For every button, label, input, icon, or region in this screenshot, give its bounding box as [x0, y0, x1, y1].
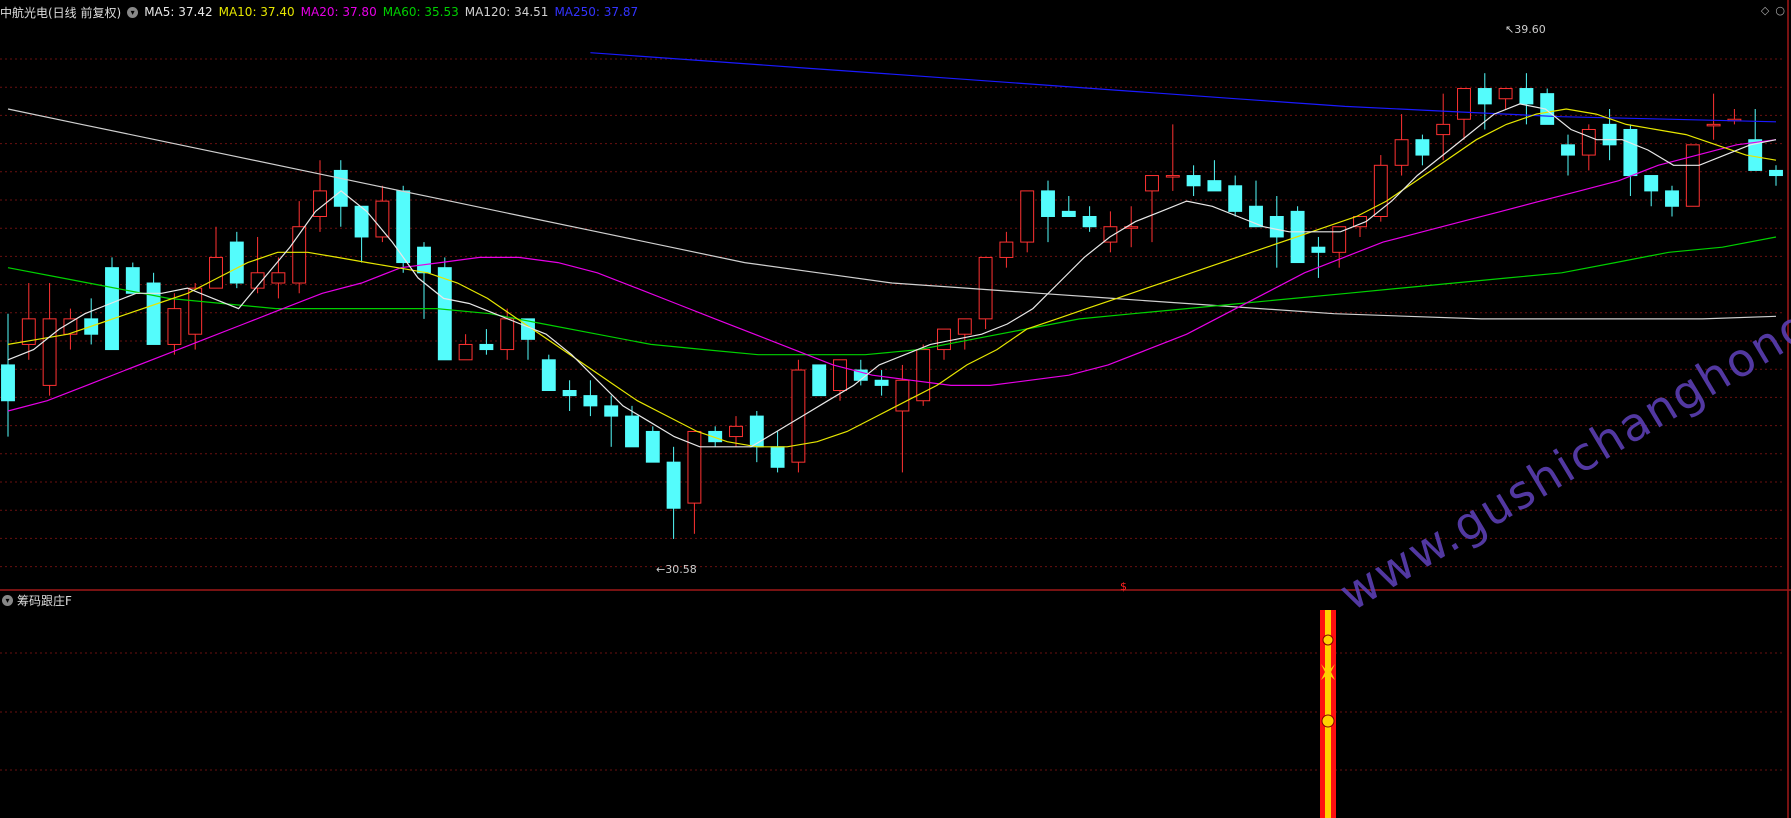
circle-icon[interactable]: ○: [1775, 4, 1785, 17]
candle-body: [146, 282, 161, 345]
ma120-label: MA120: 34.51: [464, 5, 549, 19]
candle-body: [375, 200, 390, 238]
candle-body: [1602, 123, 1617, 146]
candle-body: [1477, 88, 1492, 105]
candle-body: [105, 267, 119, 351]
candle-body: [937, 328, 951, 351]
ma5-label: MA5: 37.42: [144, 5, 213, 19]
candle-body: [42, 318, 57, 386]
candle-body: [729, 425, 743, 438]
candle-body: [437, 267, 452, 361]
candle-body: [1706, 123, 1721, 127]
candle-body: [271, 272, 286, 284]
candle-body: [1, 364, 15, 402]
indicator-signal-icon: [1321, 714, 1335, 728]
candle-body: [645, 430, 660, 463]
candle-body: [479, 343, 494, 351]
ma120-line: [7, 108, 1777, 320]
candle-body: [1394, 139, 1409, 166]
candle-body: [1269, 215, 1284, 238]
candle-body: [1769, 169, 1783, 177]
candle-body: [895, 379, 910, 412]
stock-title: 中航光电(日线 前复权): [0, 5, 122, 20]
candle-body: [1561, 144, 1575, 156]
candle-body: [1581, 128, 1596, 156]
candle-body: [583, 395, 598, 407]
candle-body: [1020, 190, 1035, 243]
candle-body: [209, 256, 223, 289]
candle-body: [999, 241, 1014, 258]
candle-body: [1457, 88, 1471, 120]
candle-body: [1415, 139, 1430, 156]
candle-body: [500, 318, 515, 351]
candle-body: [458, 343, 473, 361]
ma10-label: MA10: 37.40: [218, 5, 295, 19]
candle-body: [770, 446, 785, 468]
candle-body: [1145, 175, 1159, 192]
ma250-label: MA250: 37.87: [554, 5, 639, 19]
candle-body: [1061, 210, 1076, 217]
candle-body: [666, 461, 681, 509]
ma60-label: MA60: 35.53: [382, 5, 459, 19]
candle-body: [687, 430, 702, 504]
candle-body: [957, 318, 972, 335]
candle-body: [541, 359, 556, 392]
candle-body: [1644, 175, 1659, 192]
ma20-label: MA20: 37.80: [300, 5, 377, 19]
candle-body: [333, 169, 348, 207]
candle-body: [1436, 123, 1451, 136]
candle-body: [1498, 88, 1513, 100]
ma60-line: [7, 236, 1777, 356]
ma250-line: [590, 52, 1777, 123]
chart-header: 中航光电(日线 前复权) ▾ MA5: 37.42 MA10: 37.40 MA…: [0, 2, 644, 22]
candle-body: [417, 246, 431, 274]
candle-body: [167, 308, 182, 345]
candle-body: [625, 415, 639, 448]
chevron-down-icon[interactable]: ▾: [2, 595, 13, 606]
candle-body: [1207, 180, 1222, 192]
candle-body: [1665, 190, 1679, 207]
candle-body: [1186, 175, 1201, 187]
candle-body: [1228, 185, 1243, 212]
indicator-name: 筹码跟庄F: [17, 594, 72, 608]
candle-body: [229, 241, 244, 284]
candle-body: [874, 379, 889, 386]
candle-body: [1519, 88, 1534, 105]
top-right-controls: ◇ ○: [1755, 4, 1785, 17]
candle-body: [604, 405, 619, 417]
candle-body: [1041, 190, 1055, 217]
candle-body: [188, 287, 203, 335]
candle-body: [812, 364, 827, 397]
candle-body: [125, 267, 140, 294]
high-annotation: ↖39.60: [1505, 23, 1546, 36]
chevron-down-icon[interactable]: ▾: [127, 6, 139, 18]
candle-body: [1311, 246, 1326, 253]
indicator-marker-icon: [1322, 634, 1334, 646]
candle-body: [1082, 215, 1097, 228]
candle-body: [978, 256, 993, 320]
candle-body: [1623, 128, 1638, 177]
dollar-marker: $: [1120, 580, 1127, 593]
low-annotation: ←30.58: [656, 563, 697, 576]
candle-body: [562, 390, 577, 397]
candle-body: [1373, 164, 1388, 217]
candlestick-chart[interactable]: ↖39.60 ←30.58 $: [0, 0, 1791, 818]
candle-body: [1685, 144, 1700, 207]
diamond-icon[interactable]: ◇: [1761, 4, 1769, 17]
candle-body: [749, 415, 764, 448]
indicator-header: ▾ 筹码跟庄F: [0, 592, 72, 609]
candle-body: [833, 359, 847, 392]
candle-body: [1165, 175, 1180, 178]
